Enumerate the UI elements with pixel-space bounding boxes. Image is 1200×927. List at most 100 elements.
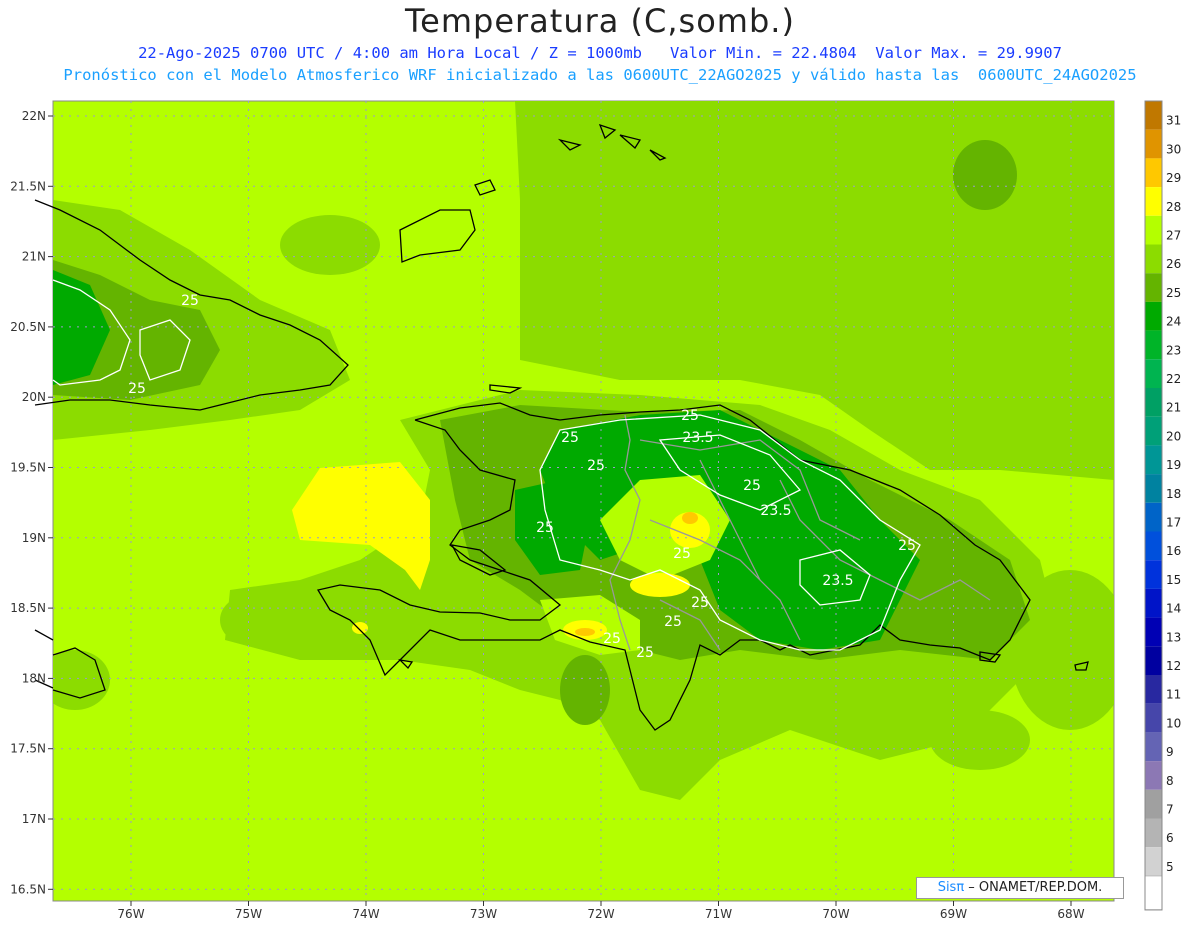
credit-box: Sisπ – ONAMET/REP.DOM. (916, 877, 1124, 899)
contour-label: 25 (587, 458, 605, 474)
shade-26-east-sea2 (930, 710, 1030, 770)
latitude-labels: 22N 21.5N 21N 20.5N 20N 19.5N 19N 18.5N 18N 17.5N… (10, 109, 53, 896)
contour-label: 23.5 (822, 573, 853, 589)
shade-26-east-sea (1010, 570, 1114, 730)
colorbar-label: 27 (1166, 229, 1181, 243)
colorbar-label: 5 (1166, 860, 1174, 874)
colorbar-label: 12 (1166, 659, 1181, 673)
colorbar-label: 17 (1166, 516, 1181, 530)
colorbar-label: 10 (1166, 716, 1181, 730)
colorbar-swatch (1145, 388, 1162, 417)
colorbar-swatch (1145, 560, 1162, 589)
colorbar-label: 20 (1166, 429, 1181, 443)
colorbar-label: 7 (1166, 803, 1174, 817)
colorbar-label: 8 (1166, 774, 1174, 788)
contour-label: 25 (536, 520, 554, 536)
temperature-map: 25 25 25 25 23.5 25 25 23.5 25 25 25 25 23.5 25 25 25 2… (10, 100, 1181, 921)
lon-label: 75W (235, 907, 262, 921)
colorbar-label: 28 (1166, 200, 1181, 214)
lat-label: 22N (22, 109, 46, 123)
credit-sis: Sisπ (937, 880, 965, 895)
lon-label: 72W (587, 907, 614, 921)
shade-26-islet (280, 215, 380, 275)
colorbar-label: 6 (1166, 831, 1174, 845)
colorbar-label: 19 (1166, 458, 1181, 472)
colorbar-swatch (1145, 847, 1162, 876)
colorbar-swatch (1145, 617, 1162, 647)
lon-label: 73W (470, 907, 497, 921)
contour-label: 23.5 (682, 430, 713, 446)
shade-25-sw (560, 655, 610, 725)
lon-label: 76W (117, 907, 144, 921)
contour-label: 25 (181, 293, 199, 309)
colorbar-label: 14 (1166, 602, 1181, 616)
colorbar-label: 21 (1166, 401, 1181, 415)
lat-label: 21N (22, 250, 46, 264)
lat-label: 21.5N (10, 179, 46, 193)
colorbar-swatch (1145, 215, 1162, 245)
colorbar-label: 11 (1166, 688, 1181, 702)
lat-label: 20N (22, 390, 46, 404)
colorbar-swatch (1145, 732, 1162, 762)
colorbar-label: 30 (1166, 142, 1181, 156)
lon-label: 69W (940, 907, 967, 921)
colorbar-label: 9 (1166, 745, 1174, 759)
colorbar-swatch (1145, 646, 1162, 675)
contour-label: 25 (128, 381, 146, 397)
colorbar-swatch (1145, 474, 1162, 503)
lat-label: 19.5N (10, 461, 46, 475)
contour-label: 25 (664, 614, 682, 630)
colorbar-swatch (1145, 129, 1162, 159)
colorbar-swatch (1145, 158, 1162, 188)
colorbar-swatch (1145, 359, 1162, 388)
lon-label: 71W (705, 907, 732, 921)
lat-label: 20.5N (10, 320, 46, 334)
colorbar-swatch (1145, 675, 1162, 704)
shade-29-spot2 (575, 628, 595, 636)
colorbar-label: 13 (1166, 630, 1181, 644)
colorbar-label: 18 (1166, 487, 1181, 501)
colorbar-swatch (1145, 273, 1162, 302)
colorbar-swatch (1145, 761, 1162, 790)
colorbar-swatch (1145, 416, 1162, 446)
colorbar: 31 30 29 28 27 26 25 24 23 22 21 20 19 18 17 16 15 14 13 12… (1144, 100, 1181, 911)
colorbar-label: 26 (1166, 257, 1181, 271)
colorbar-swatch (1145, 703, 1162, 733)
shade-26-sw-cuba (220, 595, 280, 645)
contour-label: 25 (673, 546, 691, 562)
colorbar-swatch (1145, 101, 1162, 130)
colorbar-label: 29 (1166, 171, 1181, 185)
colorbar-swatch (1145, 330, 1162, 360)
lat-label: 17.5N (10, 742, 46, 756)
colorbar-swatch (1145, 244, 1162, 274)
contour-label: 25 (898, 538, 916, 554)
colorbar-label: 22 (1166, 372, 1181, 386)
colorbar-swatch (1145, 531, 1162, 561)
lat-label: 19N (22, 531, 46, 545)
contour-label: 25 (691, 595, 709, 611)
longitude-labels: 76W 75W 74W 73W 72W 71W 70W 69W 68W (117, 901, 1085, 921)
contour-label: 25 (743, 478, 761, 494)
lon-label: 70W (822, 907, 849, 921)
shade-25-ne-sea (953, 140, 1017, 210)
colorbar-swatch-bottom (1144, 875, 1163, 911)
contour-label: 25 (681, 408, 699, 424)
lat-label: 17N (22, 812, 46, 826)
colorbar-swatch (1145, 301, 1162, 331)
colorbar-swatch (1145, 789, 1162, 819)
lat-label: 18N (22, 671, 46, 685)
colorbar-label: 25 (1166, 286, 1181, 300)
shade-26-jamaica (53, 650, 110, 710)
colorbar-swatch (1145, 502, 1162, 532)
colorbar-swatch (1145, 445, 1162, 475)
lat-label: 18.5N (10, 601, 46, 615)
contour-label: 23.5 (760, 503, 791, 519)
contour-label: 25 (561, 430, 579, 446)
lon-label: 74W (352, 907, 379, 921)
colorbar-label: 23 (1166, 343, 1181, 357)
colorbar-label: 31 (1166, 114, 1181, 128)
lon-label: 68W (1057, 907, 1084, 921)
credit-org: – ONAMET/REP.DOM. (964, 880, 1103, 895)
colorbar-swatch (1145, 187, 1162, 216)
colorbar-label: 16 (1166, 544, 1181, 558)
